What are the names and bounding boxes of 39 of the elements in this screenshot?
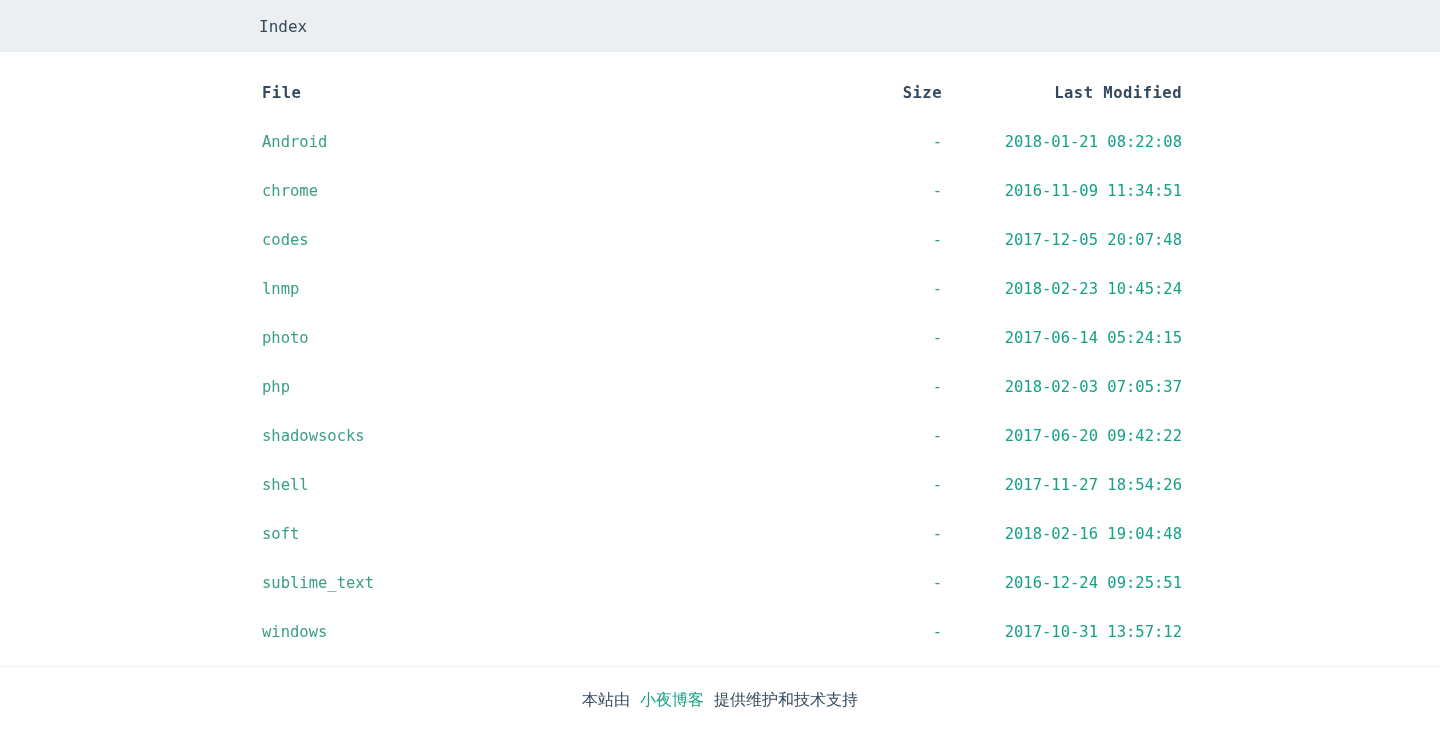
- modified-cell: 2018-02-16 19:04:48: [1004, 524, 1182, 543]
- column-header: Size: [902, 83, 942, 102]
- folder-link[interactable]: soft: [262, 524, 300, 543]
- page-title: Index: [259, 16, 308, 36]
- column-header: File: [262, 83, 302, 102]
- size-cell: -: [932, 573, 942, 592]
- folder-link[interactable]: windows: [262, 622, 328, 641]
- size-cell: -: [932, 377, 942, 396]
- folder-link[interactable]: lnmp: [262, 279, 300, 298]
- modified-cell: 2017-11-27 18:54:26: [1004, 475, 1182, 494]
- folder-link[interactable]: sublime_text: [262, 573, 374, 592]
- modified-cell: 2016-11-09 11:34:51: [1004, 181, 1182, 200]
- size-cell: -: [932, 230, 942, 249]
- blog-link[interactable]: 小夜博客: [640, 689, 704, 709]
- size-cell: -: [932, 181, 942, 200]
- modified-cell: 2018-02-03 07:05:37: [1004, 377, 1182, 396]
- modified-cell: 2017-12-05 20:07:48: [1004, 230, 1182, 249]
- size-cell: -: [932, 475, 942, 494]
- modified-cell: 2016-12-24 09:25:51: [1004, 573, 1182, 592]
- size-cell: -: [932, 524, 942, 543]
- folder-link[interactable]: php: [262, 377, 290, 396]
- folder-link[interactable]: codes: [262, 230, 309, 249]
- column-header: Last Modified: [1054, 83, 1182, 102]
- modified-cell: 2017-06-20 09:42:22: [1004, 426, 1182, 445]
- folder-link[interactable]: shell: [262, 475, 309, 494]
- folder-link[interactable]: photo: [262, 328, 309, 347]
- modified-cell: 2017-10-31 13:57:12: [1004, 622, 1182, 641]
- modified-cell: 2018-02-23 10:45:24: [1004, 279, 1182, 298]
- size-cell: -: [932, 622, 942, 641]
- size-cell: -: [932, 328, 942, 347]
- footer-text: 本站由 小夜博客 提供维护和技术支持: [582, 689, 858, 711]
- folder-link[interactable]: chrome: [262, 181, 318, 200]
- modified-cell: 2018-01-21 08:22:08: [1004, 132, 1182, 151]
- modified-cell: 2017-06-14 05:24:15: [1004, 328, 1182, 347]
- size-cell: -: [932, 279, 942, 298]
- size-cell: -: [932, 132, 942, 151]
- size-cell: -: [932, 426, 942, 445]
- folder-link[interactable]: Android: [262, 132, 328, 151]
- folder-link[interactable]: shadowsocks: [262, 426, 365, 445]
